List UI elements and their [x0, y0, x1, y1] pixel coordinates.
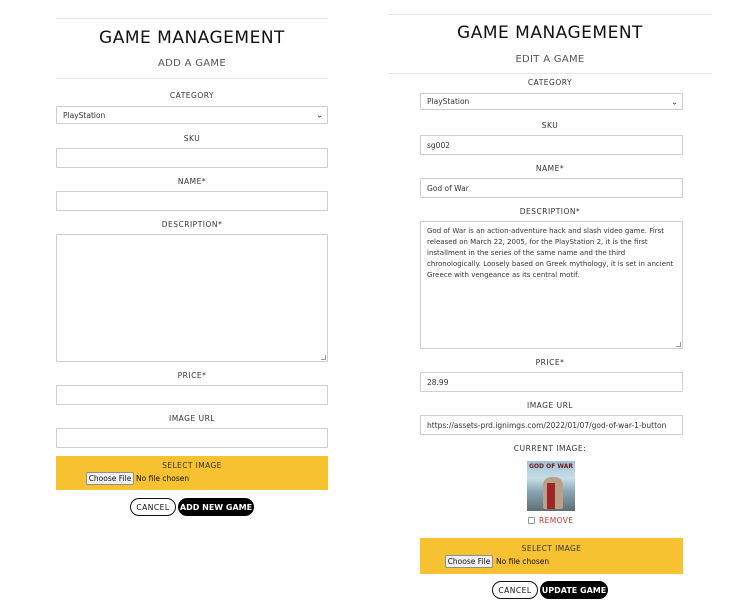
- price-input[interactable]: 28.99: [420, 372, 683, 392]
- resize-handle-icon[interactable]: [676, 342, 681, 347]
- divider: [388, 73, 712, 74]
- description-value: God of War is an action-adventure hack a…: [427, 227, 674, 279]
- image-url-input[interactable]: [56, 428, 328, 448]
- update-game-button[interactable]: UPDATE GAME: [540, 581, 608, 599]
- cancel-button[interactable]: CANCEL: [492, 581, 538, 599]
- name-input[interactable]: God of War: [420, 178, 683, 198]
- checkbox-icon[interactable]: [528, 517, 535, 524]
- chevron-down-icon: ⌄: [316, 110, 323, 120]
- select-image-label: SELECT IMAGE: [162, 461, 222, 470]
- category-label: CATEGORY: [169, 91, 215, 100]
- price-label: PRICE*: [535, 358, 565, 367]
- choose-file-button[interactable]: Choose File: [86, 472, 134, 485]
- description-label: DESCRIPTION*: [519, 207, 581, 216]
- divider: [56, 78, 328, 79]
- choose-file-button[interactable]: Choose File: [445, 555, 493, 568]
- form-subtitle: ADD A GAME: [158, 58, 226, 69]
- page-title: GAME MANAGEMENT: [99, 28, 285, 48]
- page-title: GAME MANAGEMENT: [457, 23, 643, 43]
- current-image-label: CURRENT IMAGE:: [513, 444, 587, 453]
- no-file-text: No file chosen: [136, 474, 190, 483]
- chevron-down-icon: ⌄: [671, 97, 678, 106]
- select-image-label: SELECT IMAGE: [521, 544, 582, 553]
- thumbnail-title: GOD OF WAR: [529, 463, 573, 470]
- select-image-area: SELECT IMAGE Choose File No file chosen: [420, 538, 683, 574]
- sku-label: SKU: [183, 134, 201, 143]
- divider: [56, 18, 328, 19]
- cancel-button[interactable]: CANCEL: [130, 498, 176, 516]
- sku-input[interactable]: [56, 148, 328, 168]
- image-url-input[interactable]: https://assets-prd.ignimgs.com/2022/01/0…: [420, 415, 683, 435]
- resize-handle-icon[interactable]: [321, 355, 326, 360]
- category-label: CATEGORY: [527, 78, 573, 87]
- sku-label: SKU: [541, 121, 559, 130]
- select-image-area: SELECT IMAGE Choose File No file chosen: [56, 456, 328, 490]
- add-new-game-button[interactable]: ADD NEW GAME: [178, 498, 254, 516]
- description-label: DESCRIPTION*: [161, 220, 223, 229]
- remove-label: REMOVE: [539, 516, 574, 525]
- name-label: NAME*: [177, 177, 207, 186]
- image-url-label: IMAGE URL: [527, 401, 573, 410]
- image-url-label: IMAGE URL: [169, 414, 215, 423]
- price-input[interactable]: [56, 385, 328, 405]
- category-value: PlayStation: [427, 97, 470, 106]
- remove-image-option[interactable]: REMOVE: [528, 516, 573, 525]
- category-select[interactable]: PlayStation ⌄: [420, 93, 683, 110]
- divider: [388, 14, 712, 15]
- form-subtitle: EDIT A GAME: [515, 54, 585, 65]
- description-textarea[interactable]: God of War is an action-adventure hack a…: [420, 221, 683, 349]
- current-image-thumbnail: GOD OF WAR: [527, 461, 575, 511]
- price-label: PRICE*: [177, 371, 207, 380]
- name-label: NAME*: [535, 164, 565, 173]
- no-file-text: No file chosen: [496, 557, 550, 566]
- name-input[interactable]: [56, 191, 328, 211]
- thumbnail-tattoo: [547, 483, 555, 509]
- description-textarea[interactable]: [56, 234, 328, 362]
- category-value: PlayStation: [63, 110, 106, 120]
- sku-input[interactable]: sg002: [420, 135, 683, 155]
- category-select[interactable]: PlayStation ⌄: [56, 106, 328, 124]
